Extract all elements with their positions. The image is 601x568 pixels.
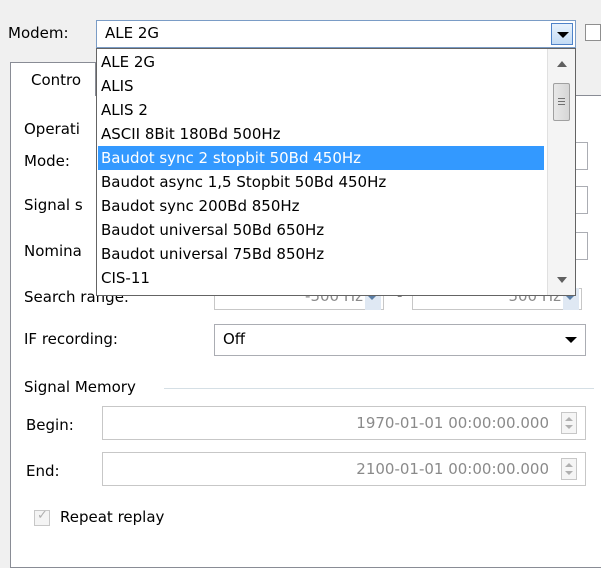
chevron-up-icon [565, 463, 573, 467]
repeat-replay-label: Repeat replay [60, 508, 165, 526]
chevron-down-icon [557, 32, 569, 38]
mode-label: Mode: [24, 152, 70, 170]
begin-field[interactable]: 1970-01-01 00:00:00.000 [102, 406, 586, 440]
chevron-down-icon [565, 337, 577, 343]
signal-label: Signal s [24, 196, 83, 214]
chevron-up-icon [565, 417, 573, 421]
chevron-down-icon [566, 296, 574, 300]
list-item[interactable]: CIS-11 [98, 266, 544, 290]
tab-control-label: Contro [31, 71, 82, 89]
end-spinner[interactable] [561, 458, 577, 480]
nominal-label: Nomina [24, 242, 82, 260]
checkmark-icon: ✓ [37, 508, 48, 523]
modem-label: Modem: [8, 24, 69, 42]
list-item[interactable]: Baudot async 1,5 Stopbit 50Bd 450Hz [98, 170, 544, 194]
chevron-down-icon [565, 471, 573, 475]
scroll-down-icon[interactable] [557, 277, 567, 283]
scrollbar-thumb[interactable] [553, 83, 570, 121]
begin-label: Begin: [26, 416, 74, 434]
list-item[interactable]: Baudot universal 75Bd 850Hz [98, 242, 544, 266]
modem-dropdown-list[interactable]: ALE 2G ALIS ALIS 2 ASCII 8Bit 180Bd 500H… [96, 48, 576, 296]
grip-line [558, 104, 565, 105]
group-divider [164, 388, 594, 389]
end-field[interactable]: 2100-01-01 00:00:00.000 [102, 452, 586, 486]
operation-group-label: Operati [24, 120, 80, 138]
modem-select[interactable]: ALE 2G [96, 20, 576, 48]
chevron-down-icon [565, 425, 573, 429]
list-item[interactable]: Baudot universal 50Bd 650Hz [98, 218, 544, 242]
list-item-highlighted[interactable]: Baudot sync 2 stopbit 50Bd 450Hz [98, 146, 544, 170]
signal-memory-group-label: Signal Memory [24, 378, 136, 396]
modem-selected-value: ALE 2G [105, 24, 160, 42]
list-item[interactable]: ALE 2G [98, 50, 544, 74]
grip-line [558, 101, 565, 102]
repeat-replay-checkbox[interactable]: ✓ [34, 508, 50, 526]
tab-control[interactable]: Contro [10, 62, 96, 96]
list-item[interactable]: ALIS [98, 74, 544, 98]
modem-dropdown-button[interactable] [551, 23, 573, 45]
modem-option-checkbox[interactable] [585, 24, 601, 41]
chevron-down-icon [368, 296, 376, 300]
end-label: End: [26, 462, 60, 480]
if-recording-value: Off [223, 330, 246, 348]
grip-line [558, 98, 565, 99]
list-item[interactable]: ASCII 8Bit 180Bd 500Hz [98, 122, 544, 146]
if-recording-label: IF recording: [24, 330, 118, 348]
begin-value: 1970-01-01 00:00:00.000 [356, 414, 549, 432]
list-item[interactable]: ALIS 2 [98, 98, 544, 122]
list-item[interactable]: Baudot sync 200Bd 850Hz [98, 194, 544, 218]
list-scrollbar[interactable] [547, 49, 575, 295]
end-value: 2100-01-01 00:00:00.000 [356, 460, 549, 478]
scroll-up-icon[interactable] [557, 61, 567, 67]
begin-spinner[interactable] [561, 412, 577, 434]
if-recording-select[interactable]: Off [214, 324, 586, 356]
